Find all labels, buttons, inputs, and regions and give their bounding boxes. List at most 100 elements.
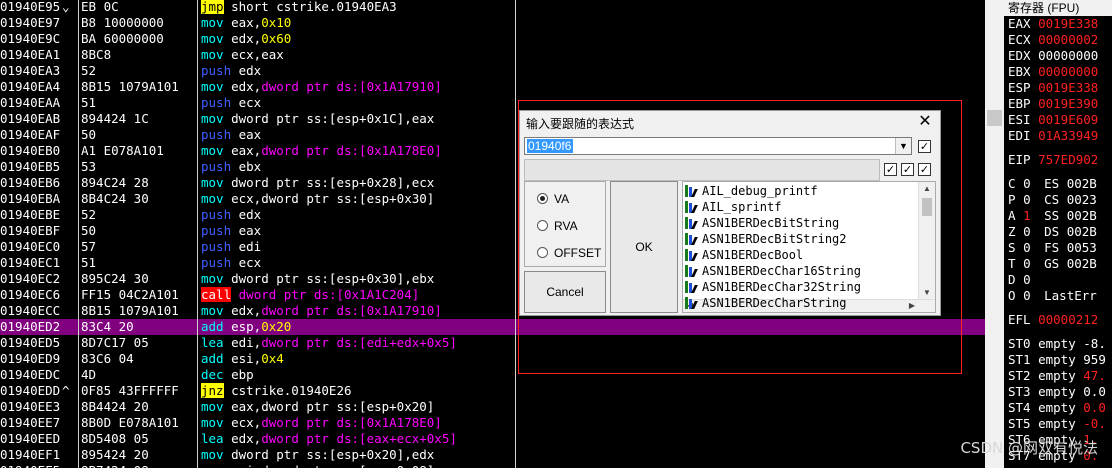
register-ebx[interactable]: EBX 00000000 [1004,64,1112,80]
fpu-st2[interactable]: ST2 empty 47. [1004,368,1112,384]
fpu-st4[interactable]: ST4 empty 0.0 [1004,400,1112,416]
register-eax[interactable]: EAX 0019E338 [1004,16,1112,32]
disasm-row[interactable]: 01940EF5 8B7424 08 mov esi,dword ptr ss:[e… [0,463,985,468]
close-icon[interactable]: ✕ [916,113,934,131]
radio-va[interactable]: VA [537,191,569,207]
register-eip[interactable]: EIP 757ED902 [1004,152,1112,168]
mnemonic: mov [201,31,224,46]
symbol-list[interactable]: ▲ ▼ ◀ ▶ AIL_debug_printfAIL_sprintfASN1B… [682,181,936,313]
symbol-item[interactable]: ASN1BERDecBitString [685,215,839,231]
register-value: 757ED902 [1038,152,1099,167]
flag-value: 0 [1023,256,1031,271]
disasm-scrollbar[interactable] [985,0,1004,468]
opcode-bytes: 52 [81,207,97,222]
cancel-button[interactable]: Cancel [524,271,606,313]
disasm-row[interactable]: 01940E9C BA 60000000 mov edx,0x60 [0,31,985,47]
symbol-item[interactable]: ASN1BERDecCheck [685,311,810,312]
flag-o[interactable]: O 0 LastErr [1004,288,1112,304]
scrollbar-thumb[interactable] [987,110,1002,126]
ok-button[interactable]: OK [610,181,678,313]
scroll-up-icon[interactable]: ▲ [919,182,935,196]
address-cell: 01940EE3 [0,399,61,414]
fpu-st3[interactable]: ST3 empty 0.0 [1004,384,1112,400]
segment-name: SS [1044,208,1060,223]
jump-marker: ⌄ [62,0,70,14]
operand: ecx [231,255,262,270]
expression-combobox[interactable]: ▼ [524,137,912,155]
symbol-item[interactable]: ASN1BERDecCharString [685,295,847,311]
disasm-row[interactable]: 01940E97 B8 10000000 mov eax,0x10 [0,15,985,31]
opcode-bytes: 8B4C24 30 [81,191,149,206]
segment-name: ES [1044,176,1060,191]
symbol-item[interactable]: AIL_sprintf [685,199,781,215]
fpu-tag: empty [1038,416,1076,431]
function-icon [685,217,699,229]
disasm-row[interactable]: 01940EE7 8B0D E078A101 mov ecx,dword ptr d… [0,415,985,431]
flag-value: 0 [1023,240,1031,255]
chevron-down-icon[interactable]: ▼ [895,138,911,154]
checkbox-4[interactable]: ✓ [918,163,931,176]
scroll-right-icon[interactable]: ▶ [905,300,919,312]
flag-p[interactable]: P 0 CS 0023 [1004,192,1112,208]
instruction: mov ecx,dword ptr ss:[esp+0x30] [201,191,434,207]
checkbox-2[interactable]: ✓ [884,163,897,176]
register-esi[interactable]: ESI 0019E609 [1004,112,1112,128]
mnemonic: push [201,255,232,270]
disasm-row[interactable]: 01940EA1 8BC8 mov ecx,eax [0,47,985,63]
radio-label: VA [554,192,570,206]
opcode-bytes: 50 [81,223,97,238]
flag-c[interactable]: C 0 ES 002B [1004,176,1112,192]
flag-z[interactable]: Z 0 DS 002B [1004,224,1112,240]
radio-offset[interactable]: OFFSET [537,245,601,261]
address-cell: 01940EB5 [0,159,61,174]
checkbox-1[interactable]: ✓ [918,140,931,153]
jump-marker: ^ [62,383,70,398]
radio-rva[interactable]: RVA [537,218,578,234]
flag-t[interactable]: T 0 GS 002B [1004,256,1112,272]
disasm-row[interactable]: 01940EF1 895424 20 mov dword ptr ss:[esp+0… [0,447,985,463]
disasm-row[interactable]: 01940EE3 8B4424 20 mov eax,dword ptr ss:[e… [0,399,985,415]
flag-value: 0 [1023,224,1031,239]
fpu-st5[interactable]: ST5 empty -0. [1004,416,1112,432]
symbol-item[interactable]: ASN1BERDecBitString2 [685,231,847,247]
flag-d[interactable]: D 0 [1004,272,1112,288]
symbol-item[interactable]: ASN1BERDecChar16String [685,263,861,279]
mnemonic: dec [201,367,224,382]
register-name: EDI [1008,128,1031,143]
disasm-row[interactable]: 01940EED 8D5408 05 lea edx,dword ptr ds:[e… [0,431,985,447]
instruction: push eax [201,223,261,239]
opcode-bytes: B8 10000000 [81,15,164,30]
flag-a[interactable]: A 1 SS 002B [1004,208,1112,224]
register-ebp[interactable]: EBP 0019E390 [1004,96,1112,112]
opcode-bytes: 57 [81,239,97,254]
address-cell: 01940EC2 [0,271,61,286]
operand: ecx, [223,415,262,430]
disasm-row[interactable]: 01940EA3 52 push edx [0,63,985,79]
symbol-item[interactable]: ASN1BERDecChar32String [685,279,861,295]
scrollbar-thumb[interactable] [922,198,932,216]
instruction: push eax [201,127,261,143]
disasm-row[interactable]: 01940E95 ⌄ EB 0C jmp short cstrike.01940EA3 [0,0,985,15]
symbol-item[interactable]: ASN1BERDecBool [685,247,803,263]
disasm-row[interactable]: 01940EDD ^ 0F85 43FFFFFF jnz cstrike.01940E… [0,383,985,399]
register-esp[interactable]: ESP 0019E338 [1004,80,1112,96]
register-edi[interactable]: EDI 01A33949 [1004,128,1112,144]
register-panel-title[interactable]: 寄存器 (FPU) [1004,0,1112,16]
register-ecx[interactable]: ECX 00000002 [1004,32,1112,48]
mnemonic: mov [201,111,224,126]
symbol-item[interactable]: AIL_debug_printf [685,183,818,199]
checkbox-3[interactable]: ✓ [901,163,914,176]
fpu-st1[interactable]: ST1 empty 959 [1004,352,1112,368]
instruction: push edx [201,63,261,79]
address-cell: 01940EF5 [0,463,62,468]
register-edx[interactable]: EDX 00000000 [1004,48,1112,64]
operand: edx, [223,303,262,318]
register-efl[interactable]: EFL 00000212 [1004,312,1112,328]
list-vertical-scrollbar[interactable]: ▲ ▼ [918,182,935,300]
disasm-row[interactable]: 01940EA4 8B15 1079A101 mov edx,dword ptr d… [0,79,985,95]
flag-s[interactable]: S 0 FS 0053 [1004,240,1112,256]
scroll-down-icon[interactable]: ▼ [919,286,935,300]
expression-input[interactable] [527,139,573,153]
fpu-st0[interactable]: ST0 empty -8. [1004,336,1112,352]
